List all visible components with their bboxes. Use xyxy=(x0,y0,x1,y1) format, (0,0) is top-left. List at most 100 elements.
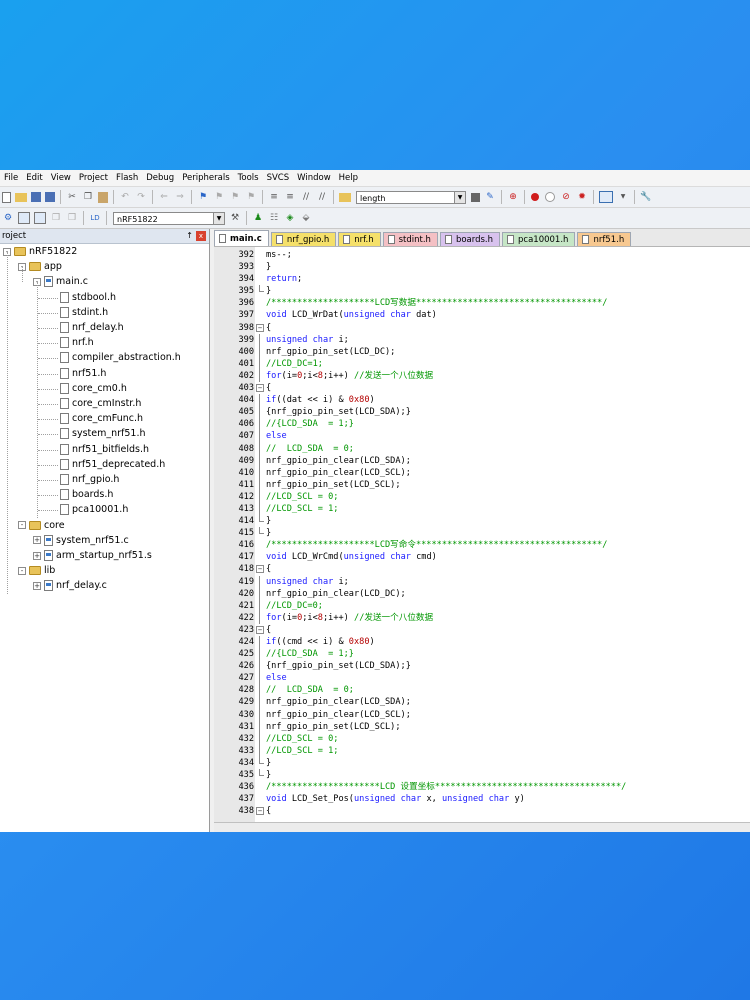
fold-toggle-icon[interactable]: − xyxy=(256,625,264,634)
unindent-icon[interactable]: ≡ xyxy=(284,191,296,203)
incremental-find-icon[interactable]: ✎ xyxy=(484,191,496,203)
chevron-down-icon[interactable]: ▼ xyxy=(617,191,629,203)
batch-build-icon[interactable]: ❒ xyxy=(50,212,62,224)
tab-main-c[interactable]: main.c xyxy=(214,230,269,246)
tree-root[interactable]: - nRF51822 xyxy=(3,244,77,259)
indent-icon[interactable]: ≡ xyxy=(268,191,280,203)
paste-icon[interactable] xyxy=(98,191,108,203)
tree-group-app[interactable]: - app xyxy=(18,259,62,274)
uncomment-icon[interactable]: // xyxy=(316,191,328,203)
open-folder-icon[interactable] xyxy=(15,192,27,202)
find-combo[interactable]: length ▼ xyxy=(356,190,466,204)
tree-group-core[interactable]: - core xyxy=(18,518,65,533)
target-options-icon[interactable]: ⚒ xyxy=(229,212,241,224)
menu-tools[interactable]: Tools xyxy=(234,173,263,183)
redo-icon[interactable]: ↷ xyxy=(135,191,147,203)
tree-file[interactable]: nrf_gpio.h xyxy=(60,472,119,487)
comment-icon[interactable]: // xyxy=(300,191,312,203)
download-icon[interactable]: LD xyxy=(89,212,101,224)
tab-stdint-h[interactable]: stdint.h xyxy=(382,232,438,246)
copy-icon[interactable]: ❐ xyxy=(82,191,94,203)
horizontal-scrollbar[interactable] xyxy=(214,822,750,832)
breakpoint-enable-icon[interactable] xyxy=(545,192,555,202)
file-extensions-icon[interactable]: ☷ xyxy=(268,212,280,224)
tree-file[interactable]: nrf51.h xyxy=(60,366,106,381)
expand-icon[interactable]: + xyxy=(33,551,41,560)
tree-file[interactable]: boards.h xyxy=(60,487,113,502)
tree-file[interactable]: core_cm0.h xyxy=(60,381,127,396)
collapse-icon[interactable]: - xyxy=(18,521,26,530)
menu-window[interactable]: Window xyxy=(293,173,335,183)
tree-file[interactable]: pca10001.h xyxy=(60,502,128,517)
tree-file[interactable]: system_nrf51.h xyxy=(60,426,146,441)
close-icon[interactable]: x xyxy=(196,231,206,241)
tree-file[interactable]: compiler_abstraction.h xyxy=(60,350,181,365)
cut-icon[interactable]: ✂ xyxy=(66,191,78,203)
tree-file[interactable]: nrf_delay.h xyxy=(60,320,124,335)
breakpoint-disable-icon[interactable]: ⊘ xyxy=(560,191,572,203)
code-editor[interactable]: 392 ms--; 393} 394 return; 395} 396/**********… xyxy=(214,247,750,822)
collapse-icon[interactable]: - xyxy=(18,566,26,575)
tree-file[interactable]: + arm_startup_nrf51.s xyxy=(33,548,152,563)
tree-file[interactable]: core_cmFunc.h xyxy=(60,411,143,426)
tree-file[interactable]: nrf51_deprecated.h xyxy=(60,457,165,472)
tab-boards-h[interactable]: boards.h xyxy=(439,232,501,246)
undo-icon[interactable]: ↶ xyxy=(119,191,131,203)
menu-peripherals[interactable]: Peripherals xyxy=(178,173,233,183)
find-in-files-icon[interactable] xyxy=(339,192,351,202)
tree-file[interactable]: stdbool.h xyxy=(60,290,116,305)
fold-toggle-icon[interactable]: − xyxy=(256,323,264,332)
save-all-icon[interactable] xyxy=(45,192,55,202)
window-layout-icon[interactable] xyxy=(599,191,613,203)
tree-file[interactable]: core_cmInstr.h xyxy=(60,396,141,411)
fold-toggle-icon[interactable]: − xyxy=(256,807,264,816)
rebuild-icon[interactable] xyxy=(34,212,46,224)
new-file-icon[interactable] xyxy=(2,191,11,203)
menu-project[interactable]: Project xyxy=(75,173,112,183)
pack-installer-icon[interactable]: ◈ xyxy=(284,212,296,224)
expand-icon[interactable]: + xyxy=(33,581,41,590)
configure-icon[interactable]: 🔧 xyxy=(640,191,652,203)
target-combo[interactable]: nRF51822 ▼ xyxy=(113,211,225,225)
tree-file[interactable]: nrf.h xyxy=(60,335,94,350)
menu-view[interactable]: View xyxy=(47,173,75,183)
tab-nrf_gpio-h[interactable]: nrf_gpio.h xyxy=(270,232,337,246)
menu-svcs[interactable]: SVCS xyxy=(263,173,294,183)
menu-debug[interactable]: Debug xyxy=(142,173,178,183)
tree-file[interactable]: + nrf_delay.c xyxy=(33,578,107,593)
bookmark-next-icon[interactable]: ⚑ xyxy=(229,191,241,203)
chevron-down-icon[interactable]: ▼ xyxy=(454,191,465,203)
menu-file[interactable]: File xyxy=(0,173,22,183)
fold-toggle-icon[interactable]: − xyxy=(256,565,264,574)
translate-icon[interactable]: ⚙ xyxy=(2,212,14,224)
tab-nrf-h[interactable]: nrf.h xyxy=(338,232,381,246)
breakpoint-kill-icon[interactable]: ✹ xyxy=(576,191,588,203)
bookmark-clear-icon[interactable]: ⚑ xyxy=(245,191,257,203)
save-icon[interactable] xyxy=(31,192,41,202)
start-debug-icon[interactable]: ⊕ xyxy=(507,191,519,203)
stop-build-icon[interactable]: ❒ xyxy=(66,212,78,224)
fold-toggle-icon[interactable]: − xyxy=(256,384,264,393)
bookmark-icon[interactable]: ⚑ xyxy=(197,191,209,203)
menu-help[interactable]: Help xyxy=(335,173,362,183)
tree-file[interactable]: + system_nrf51.c xyxy=(33,533,129,548)
tree-group-lib[interactable]: - lib xyxy=(18,563,55,578)
chevron-down-icon[interactable]: ▼ xyxy=(213,212,224,224)
expand-icon[interactable]: + xyxy=(33,536,41,545)
menu-flash[interactable]: Flash xyxy=(112,173,142,183)
tree-file[interactable]: stdint.h xyxy=(60,305,108,320)
tab-pca10001-h[interactable]: pca10001.h xyxy=(502,232,576,246)
pin-icon[interactable]: ↑ xyxy=(186,229,193,243)
tree-file[interactable]: nrf51_bitfields.h xyxy=(60,442,149,457)
nav-forward-icon[interactable]: ⇒ xyxy=(174,191,186,203)
tab-nrf51-h[interactable]: nrf51.h xyxy=(577,232,632,246)
select-packs-icon[interactable]: ⬙ xyxy=(300,212,312,224)
nav-back-icon[interactable]: ⇐ xyxy=(158,191,170,203)
breakpoint-insert-icon[interactable] xyxy=(531,193,539,201)
build-icon[interactable] xyxy=(18,212,30,224)
tree-file[interactable]: - main.c xyxy=(33,274,88,289)
bookmark-prev-icon[interactable]: ⚑ xyxy=(213,191,225,203)
find-icon[interactable] xyxy=(471,192,480,202)
manage-components-icon[interactable]: ♟ xyxy=(252,212,264,224)
menu-edit[interactable]: Edit xyxy=(22,173,46,183)
